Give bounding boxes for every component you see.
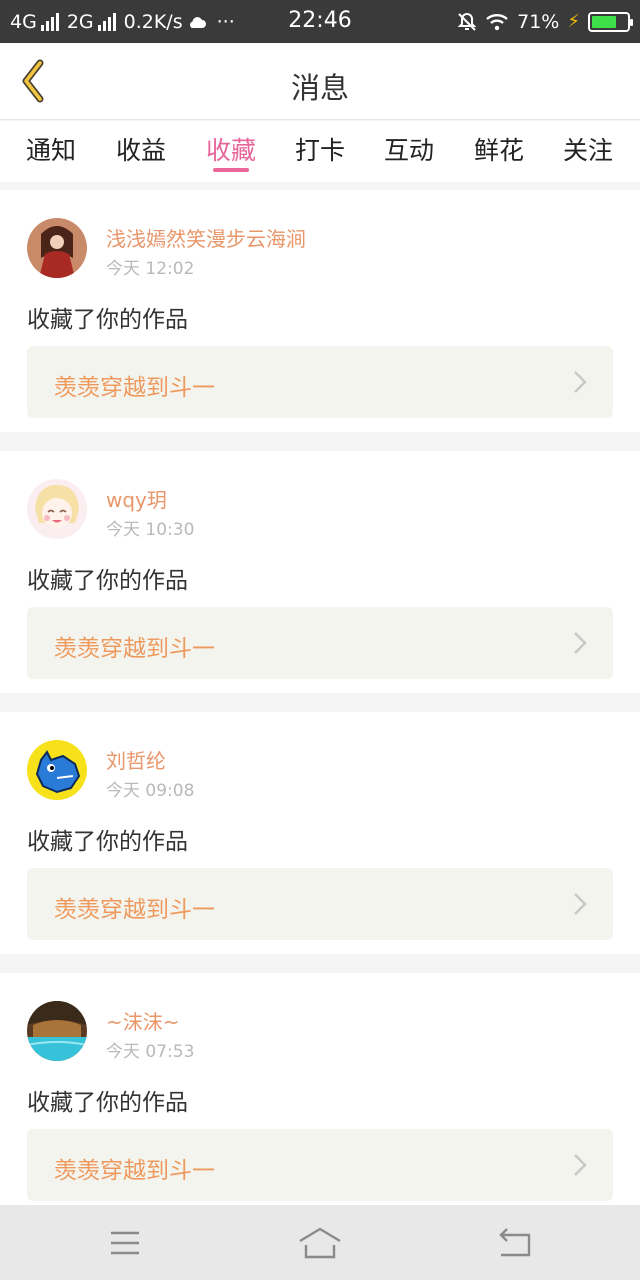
chevron-right-icon bbox=[574, 1154, 587, 1176]
avatar[interactable] bbox=[27, 479, 87, 539]
avatar[interactable] bbox=[27, 1001, 87, 1061]
timestamp: 今天 12:02 bbox=[106, 259, 195, 279]
battery-icon bbox=[588, 11, 633, 32]
active-tab-indicator bbox=[213, 168, 249, 172]
action-text: 收藏了你的作品 bbox=[27, 568, 188, 594]
username[interactable]: wqy玥 bbox=[106, 484, 167, 513]
tab-interaction[interactable]: 互动 bbox=[374, 131, 444, 167]
more-dots: ··· bbox=[216, 10, 235, 33]
chevron-right-icon bbox=[574, 632, 587, 654]
message-card: ~沫沫~ 今天 07:53 收藏了你的作品 羡羡穿越到斗一 bbox=[0, 973, 640, 1215]
mute-bell-icon bbox=[457, 12, 477, 31]
work-title: 羡羡穿越到斗一 bbox=[54, 375, 215, 401]
work-link[interactable]: 羡羡穿越到斗一 bbox=[27, 1129, 613, 1201]
tab-earnings[interactable]: 收益 bbox=[106, 131, 176, 167]
home-icon[interactable] bbox=[298, 1225, 342, 1261]
message-card: 刘哲纶 今天 09:08 收藏了你的作品 羡羡穿越到斗一 bbox=[0, 712, 640, 954]
system-nav-bar bbox=[0, 1205, 640, 1280]
network-speed: 0.2K/s bbox=[123, 10, 183, 33]
charging-icon: ⚡ bbox=[567, 11, 580, 32]
tab-favorites[interactable]: 收藏 bbox=[196, 131, 266, 167]
return-icon[interactable] bbox=[493, 1225, 537, 1261]
network-4g-label: 4G bbox=[10, 10, 37, 33]
status-right: 71% ⚡ bbox=[457, 0, 633, 43]
username[interactable]: 刘哲纶 bbox=[106, 745, 166, 774]
chevron-right-icon bbox=[574, 371, 587, 393]
signal-icon bbox=[40, 12, 59, 31]
username[interactable]: ~沫沫~ bbox=[106, 1006, 180, 1035]
timestamp: 今天 07:53 bbox=[106, 1042, 195, 1062]
status-left: 4G 2G 0.2K/s ··· bbox=[10, 0, 235, 43]
chevron-right-icon bbox=[574, 893, 587, 915]
work-link[interactable]: 羡羡穿越到斗一 bbox=[27, 868, 613, 940]
avatar[interactable] bbox=[27, 218, 87, 278]
page-title: 消息 bbox=[290, 71, 349, 105]
status-bar: 4G 2G 0.2K/s ··· 22:46 71% ⚡ bbox=[0, 0, 640, 43]
network-2g-label: 2G bbox=[66, 10, 94, 33]
work-title: 羡羡穿越到斗一 bbox=[54, 636, 215, 662]
action-text: 收藏了你的作品 bbox=[27, 1090, 188, 1116]
menu-icon[interactable] bbox=[103, 1225, 147, 1261]
tab-flowers[interactable]: 鲜花 bbox=[464, 131, 534, 167]
work-link[interactable]: 羡羡穿越到斗一 bbox=[27, 346, 613, 418]
wifi-icon bbox=[486, 13, 508, 30]
username[interactable]: 浅浅嫣然笑漫步云海涧 bbox=[106, 223, 306, 252]
avatar[interactable] bbox=[27, 740, 87, 800]
work-link[interactable]: 羡羡穿越到斗一 bbox=[27, 607, 613, 679]
tab-notice[interactable]: 通知 bbox=[16, 131, 86, 167]
signal-icon-2 bbox=[97, 12, 116, 31]
tab-follow[interactable]: 关注 bbox=[553, 131, 623, 167]
message-card: 浅浅嫣然笑漫步云海涧 今天 12:02 收藏了你的作品 羡羡穿越到斗一 bbox=[0, 190, 640, 432]
tab-checkin[interactable]: 打卡 bbox=[285, 131, 355, 167]
cloud-icon bbox=[189, 16, 206, 28]
tab-bar: 通知 收益 收藏 打卡 互动 鲜花 关注 bbox=[0, 121, 640, 182]
battery-percent: 71% bbox=[517, 10, 560, 33]
work-title: 羡羡穿越到斗一 bbox=[54, 897, 215, 923]
header: 消息 bbox=[0, 43, 640, 120]
timestamp: 今天 10:30 bbox=[106, 520, 195, 540]
action-text: 收藏了你的作品 bbox=[27, 829, 188, 855]
work-title: 羡羡穿越到斗一 bbox=[54, 1158, 215, 1184]
message-card: wqy玥 今天 10:30 收藏了你的作品 羡羡穿越到斗一 bbox=[0, 451, 640, 693]
action-text: 收藏了你的作品 bbox=[27, 307, 188, 333]
timestamp: 今天 09:08 bbox=[106, 781, 195, 801]
